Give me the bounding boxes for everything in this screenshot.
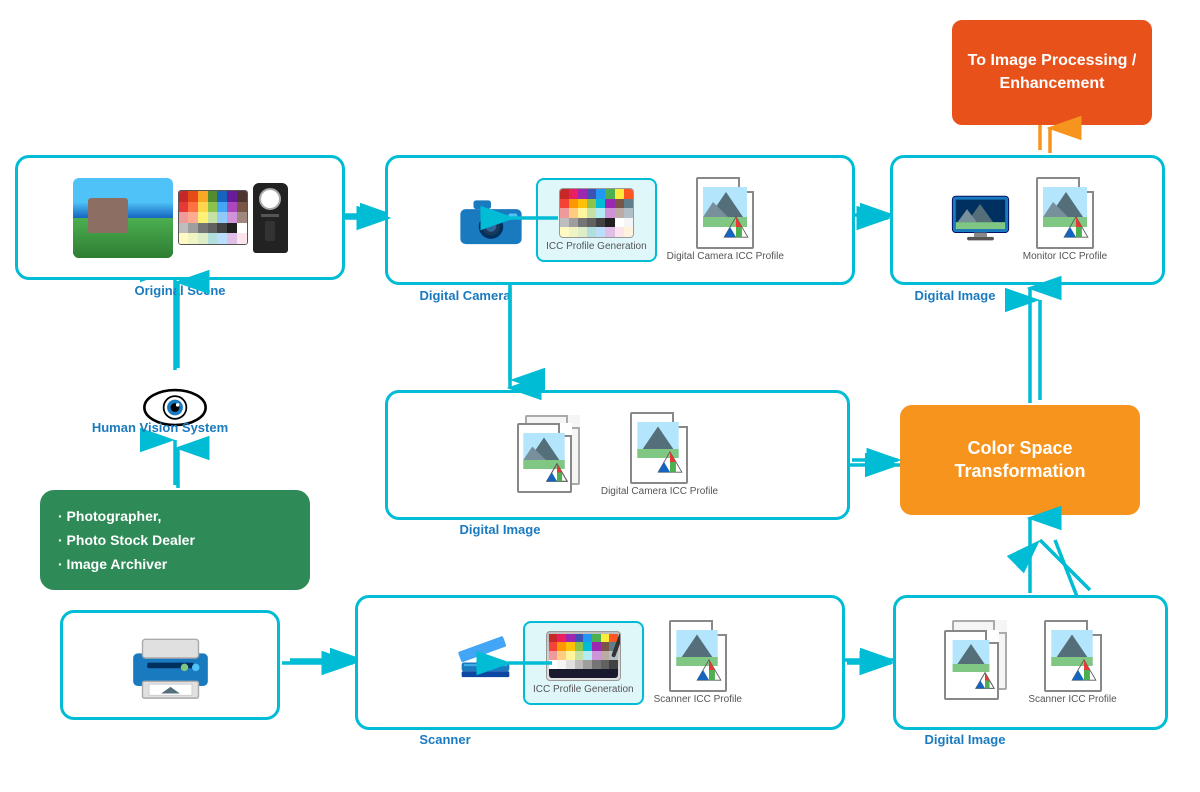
digital-camera-label: Digital Camera — [405, 288, 525, 303]
scanner-label: Scanner — [395, 732, 495, 747]
digital-camera-icc-mid-label: Digital Camera ICC Profile — [601, 486, 718, 498]
digital-image-top-label: Digital Image — [895, 288, 1015, 303]
scanner-icc-label: Scanner ICC Profile — [654, 694, 742, 706]
digital-image-top-box: Monitor ICC Profile — [890, 155, 1165, 285]
scanner-icon — [458, 635, 513, 690]
original-scene-label: Original Scene — [80, 283, 280, 298]
photographer-text: · Photographer,· Photo Stock Dealer· Ima… — [58, 505, 195, 576]
digital-image-bottom-box: Scanner ICC Profile — [893, 595, 1168, 730]
digital-image-bottom-label: Digital Image — [905, 732, 1025, 747]
digital-camera-icc-label: Digital Camera ICC Profile — [667, 251, 784, 263]
to-image-processing-text: To Image Processing / Enhancement — [955, 50, 1149, 95]
photographer-box: · Photographer,· Photo Stock Dealer· Ima… — [40, 490, 310, 590]
scanner-large-box: ICC Profile Generation — [355, 595, 845, 730]
to-image-processing-box: To Image Processing / Enhancement — [952, 20, 1152, 125]
human-vision-label: Human Vision System — [60, 420, 260, 435]
monitor-icon — [948, 190, 1013, 250]
printer-box — [60, 610, 280, 720]
icc-gen-scanner-label: ICC Profile Generation — [533, 684, 634, 695]
color-space-transformation-box: Color Space Transformation — [900, 405, 1140, 515]
printer-icon — [128, 630, 213, 700]
digital-image-mid-box: Digital Camera ICC Profile — [385, 390, 850, 520]
color-space-transformation-text: Color Space Transformation — [903, 437, 1137, 484]
original-scene-box — [15, 155, 345, 280]
digital-camera-box: ICC Profile Generation — [385, 155, 855, 285]
icc-gen-camera-label: ICC Profile Generation — [546, 241, 647, 252]
diagram-container: { "title": "Color Space Transformation W… — [0, 0, 1200, 792]
monitor-icc-label: Monitor ICC Profile — [1023, 251, 1107, 263]
scanner-icc-bottom-label: Scanner ICC Profile — [1028, 694, 1116, 706]
camera-icon — [456, 190, 526, 250]
digital-image-mid-label: Digital Image — [440, 522, 560, 537]
